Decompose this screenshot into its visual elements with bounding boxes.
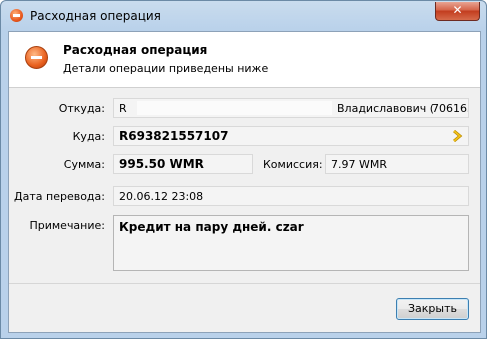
amount-field[interactable]: 995.50 WMR — [113, 154, 253, 174]
from-value-end: 706165 — [432, 102, 468, 115]
from-value-start: R — [119, 102, 127, 115]
date-value: 20.06.12 23:08 — [119, 190, 204, 203]
close-button[interactable]: Закрыть — [396, 298, 469, 320]
from-value-middle: Владиславович ( — [337, 102, 435, 115]
dialog-header: Расходная операция Детали операции приве… — [9, 32, 480, 88]
stop-icon — [25, 46, 48, 69]
dialog-body: Расходная операция Детали операции приве… — [8, 31, 481, 333]
header-subtitle: Детали операции приведены ниже — [63, 62, 269, 75]
amount-value: 995.50 WMR — [119, 157, 204, 171]
window-title: Расходная операция — [30, 9, 161, 23]
fee-label: Комиссия: — [263, 158, 323, 171]
chevron-right-icon[interactable] — [452, 130, 464, 142]
amount-label: Сумма: — [63, 158, 105, 171]
date-label: Дата перевода: — [14, 190, 105, 203]
divider — [9, 283, 480, 284]
close-window-button[interactable]: ✕ — [435, 2, 480, 21]
to-label: Куда: — [72, 130, 105, 143]
title-bar[interactable]: Расходная операция ✕ — [1, 1, 486, 31]
from-label: Откуда: — [58, 102, 105, 115]
header-title: Расходная операция — [63, 43, 208, 57]
to-value: R693821557107 — [119, 129, 229, 143]
note-label: Примечание: — [29, 219, 105, 232]
fee-value: 7.97 WMR — [331, 158, 387, 171]
to-field[interactable]: R693821557107 — [113, 126, 469, 146]
dialog-window: Расходная операция ✕ Расходная операция … — [0, 0, 487, 339]
note-value: Кредит на пару дней. czar — [119, 220, 304, 234]
from-value-masked — [137, 101, 332, 115]
date-field[interactable]: 20.06.12 23:08 — [113, 186, 469, 206]
stop-icon — [10, 9, 23, 22]
note-field[interactable]: Кредит на пару дней. czar — [113, 215, 469, 271]
fee-field[interactable]: 7.97 WMR — [325, 154, 469, 174]
from-field[interactable]: R Владиславович ( 706165 — [113, 98, 469, 118]
